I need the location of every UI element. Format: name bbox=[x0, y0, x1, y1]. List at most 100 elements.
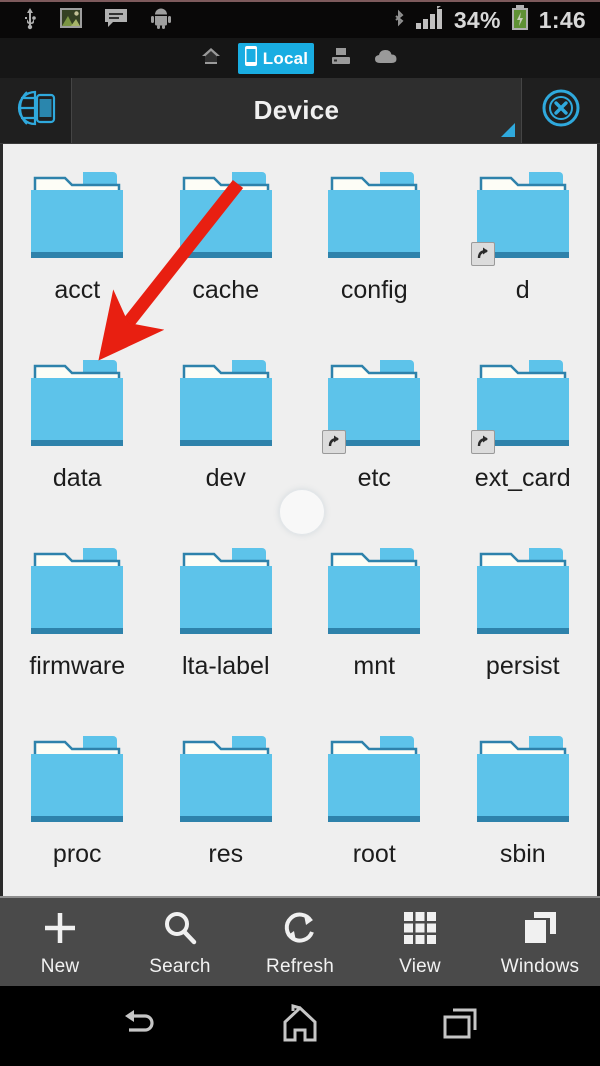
new-button-label: New bbox=[40, 956, 80, 977]
folder-item[interactable]: root bbox=[300, 716, 449, 896]
device-browser-icon bbox=[13, 88, 59, 133]
folder-label: persist bbox=[485, 652, 560, 680]
folder-icon bbox=[467, 544, 579, 644]
folder-icon bbox=[467, 168, 579, 268]
close-circle-icon bbox=[539, 86, 583, 135]
bottom-action-bar: New Search Refresh View Windows bbox=[0, 896, 600, 986]
folder-item[interactable]: sbin bbox=[449, 716, 598, 896]
folder-label: mnt bbox=[353, 652, 396, 680]
folder-item[interactable]: mnt bbox=[300, 528, 449, 716]
window-title-area: Device bbox=[72, 78, 522, 143]
location-tab-bar: Local bbox=[0, 38, 600, 78]
folder-icon bbox=[21, 732, 133, 832]
folder-icon bbox=[318, 732, 430, 832]
tab-cloud[interactable] bbox=[368, 45, 406, 72]
folder-item[interactable]: etc bbox=[300, 340, 449, 528]
status-bar-notification-icons bbox=[0, 6, 172, 35]
folder-icon bbox=[318, 544, 430, 644]
signal-bars-icon bbox=[415, 5, 445, 35]
folder-icon bbox=[170, 544, 282, 644]
new-button[interactable]: New bbox=[0, 898, 120, 986]
folder-label: sbin bbox=[499, 840, 546, 868]
windows-button-label: Windows bbox=[500, 956, 580, 977]
folder-item[interactable]: lta-label bbox=[152, 528, 301, 716]
tab-home[interactable] bbox=[194, 44, 228, 73]
folder-icon bbox=[21, 544, 133, 644]
folder-item[interactable]: config bbox=[300, 152, 449, 340]
home-button[interactable] bbox=[250, 996, 350, 1056]
folder-label: dev bbox=[205, 464, 246, 492]
usb-icon bbox=[22, 6, 38, 35]
tab-local-label: Local bbox=[262, 48, 309, 68]
folder-icon bbox=[21, 356, 133, 456]
folder-icon bbox=[467, 732, 579, 832]
back-arrow-icon bbox=[117, 1004, 163, 1049]
folder-label: d bbox=[515, 276, 530, 304]
server-icon bbox=[330, 46, 352, 71]
folder-label: acct bbox=[54, 276, 101, 304]
page-title: Device bbox=[253, 95, 340, 125]
search-button[interactable]: Search bbox=[120, 898, 240, 986]
windows-stack-icon bbox=[520, 908, 560, 953]
plus-icon bbox=[40, 908, 80, 953]
folder-icon bbox=[467, 356, 579, 456]
messaging-icon bbox=[104, 8, 128, 33]
bluetooth-icon bbox=[392, 6, 406, 35]
folder-item[interactable]: firmware bbox=[3, 528, 152, 716]
view-button[interactable]: View bbox=[360, 898, 480, 986]
refresh-button[interactable]: Refresh bbox=[240, 898, 360, 986]
folder-item[interactable]: data bbox=[3, 340, 152, 528]
folder-label: lta-label bbox=[181, 652, 270, 680]
folder-label: cache bbox=[192, 276, 260, 304]
folder-label: config bbox=[340, 276, 408, 304]
shortcut-badge-icon bbox=[322, 430, 347, 454]
back-button[interactable] bbox=[90, 996, 190, 1056]
status-bar: 34% 1:46 bbox=[0, 0, 600, 38]
status-bar-system-icons: 34% 1:46 bbox=[392, 4, 600, 36]
refresh-icon bbox=[280, 908, 320, 953]
folder-icon bbox=[170, 356, 282, 456]
folder-item[interactable]: persist bbox=[449, 528, 598, 716]
folder-item[interactable]: d bbox=[449, 152, 598, 340]
refresh-button-label: Refresh bbox=[266, 956, 334, 977]
folder-label: ext_card bbox=[474, 464, 571, 492]
resize-handle-icon[interactable] bbox=[501, 123, 515, 137]
battery-percent-label: 34% bbox=[453, 6, 501, 33]
folder-icon bbox=[21, 168, 133, 268]
folder-item[interactable]: cache bbox=[152, 152, 301, 340]
recents-icon bbox=[437, 1004, 483, 1049]
battery-charging-icon bbox=[510, 4, 530, 36]
folder-item[interactable]: acct bbox=[3, 152, 152, 340]
search-button-label: Search bbox=[149, 956, 211, 977]
folder-label: etc bbox=[357, 464, 391, 492]
folder-label: firmware bbox=[29, 652, 126, 680]
folder-label: data bbox=[52, 464, 102, 492]
file-grid-area[interactable]: acct cache config d data dev etc ext_cardfirmwa… bbox=[0, 144, 600, 896]
search-icon bbox=[160, 908, 200, 953]
folder-icon bbox=[170, 732, 282, 832]
folder-icon bbox=[318, 168, 430, 268]
android-icon bbox=[150, 7, 172, 34]
window-title-bar: Device bbox=[0, 78, 600, 144]
android-navigation-bar bbox=[0, 986, 600, 1066]
folder-item[interactable]: ext_card bbox=[449, 340, 598, 528]
folder-item[interactable]: proc bbox=[3, 716, 152, 896]
close-button[interactable] bbox=[522, 78, 600, 143]
device-browser-icon-button[interactable] bbox=[0, 78, 72, 143]
folder-label: root bbox=[352, 840, 396, 868]
shortcut-badge-icon bbox=[470, 430, 495, 454]
tab-lan[interactable] bbox=[324, 44, 358, 73]
windows-button[interactable]: Windows bbox=[480, 898, 600, 986]
folder-item[interactable]: res bbox=[152, 716, 301, 896]
scroll-touch-indicator bbox=[279, 489, 325, 535]
home-icon bbox=[277, 1003, 323, 1050]
folder-label: res bbox=[208, 840, 244, 868]
clock-label: 1:46 bbox=[538, 6, 586, 33]
home-icon bbox=[200, 46, 222, 71]
shortcut-badge-icon bbox=[470, 242, 495, 266]
folder-item[interactable]: dev bbox=[152, 340, 301, 528]
tab-local[interactable]: Local bbox=[237, 42, 315, 74]
grid-icon bbox=[400, 908, 440, 953]
folder-icon bbox=[318, 356, 430, 456]
recents-button[interactable] bbox=[410, 996, 510, 1056]
